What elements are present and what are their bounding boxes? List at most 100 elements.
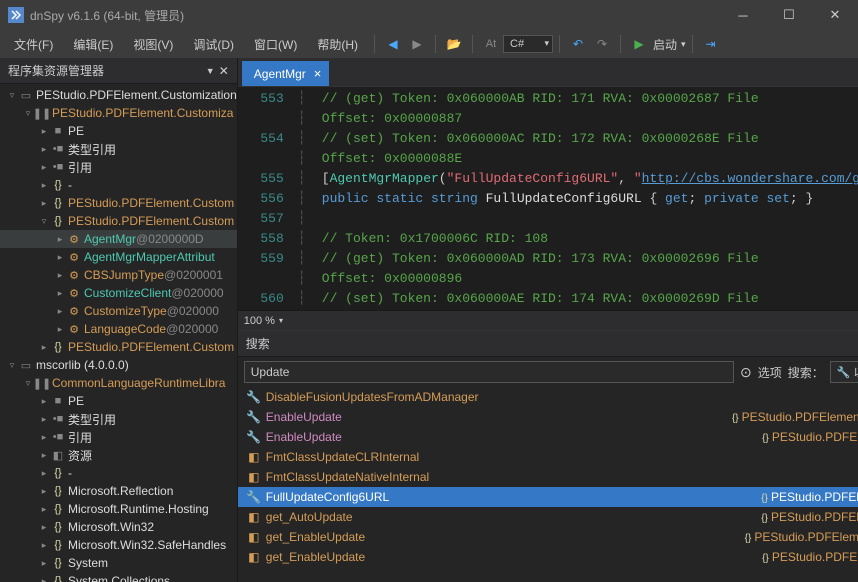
tree-row[interactable]: ▸⚙CBSJumpType @0200001 <box>0 266 237 284</box>
step-button[interactable]: ⇥ <box>699 32 723 56</box>
assembly-tree[interactable]: ▿▭PEStudio.PDFElement.Customization▿❚❚PE… <box>0 84 237 582</box>
search-result-row[interactable]: ◧FmtClassUpdateNativeInternal{}System.St… <box>238 467 858 487</box>
expander-icon[interactable]: ▸ <box>38 162 50 173</box>
tab-close-icon[interactable]: × <box>314 66 322 81</box>
expander-icon[interactable]: ▸ <box>38 522 50 533</box>
tree-row[interactable]: ▸{}- <box>0 464 237 482</box>
panel-dropdown-icon[interactable]: ▼ <box>206 66 215 76</box>
tree-row[interactable]: ▸•■引用 <box>0 158 237 176</box>
search-results[interactable]: 🔧DisableFusionUpdatesFromADManager{}Syst… <box>238 387 858 582</box>
tree-row[interactable]: ▸{}System <box>0 554 237 572</box>
tree-row[interactable]: ▸⚙CustomizeType @020000 <box>0 302 237 320</box>
start-button[interactable]: ▶ <box>627 32 651 56</box>
code-line[interactable] <box>322 209 858 229</box>
code-line[interactable]: // (get) Token: 0x060000AD RID: 173 RVA:… <box>322 249 858 269</box>
redo-button[interactable]: ↷ <box>590 32 614 56</box>
zoom-level[interactable]: 100 % <box>244 315 275 327</box>
open-button[interactable]: 📂 <box>442 32 466 56</box>
code-line[interactable]: [AgentMgrMapper("FullUpdateConfig6URL", … <box>322 169 858 189</box>
forward-button[interactable]: ▶ <box>405 32 429 56</box>
tree-row[interactable]: ▸{}Microsoft.Win32.SafeHandles <box>0 536 237 554</box>
tree-row[interactable]: ▸{}PEStudio.PDFElement.Custom <box>0 338 237 356</box>
expander-icon[interactable]: ▿ <box>6 90 18 101</box>
tree-row[interactable]: ▸{}- <box>0 176 237 194</box>
tree-row[interactable]: ▸{}PEStudio.PDFElement.Custom <box>0 194 237 212</box>
tree-row[interactable]: ▸⚙AgentMgrMapperAttribut <box>0 248 237 266</box>
tree-row[interactable]: ▿▭PEStudio.PDFElement.Customization <box>0 86 237 104</box>
expander-icon[interactable]: ▸ <box>38 198 50 209</box>
expander-icon[interactable]: ▸ <box>38 576 50 582</box>
menu-item[interactable]: 窗口(W) <box>244 32 307 57</box>
expander-icon[interactable]: ▸ <box>38 126 50 137</box>
menu-item[interactable]: 视图(V) <box>123 32 183 57</box>
expander-icon[interactable]: ▸ <box>38 540 50 551</box>
tree-row[interactable]: ▸{}Microsoft.Runtime.Hosting <box>0 500 237 518</box>
code-line[interactable]: // Token: 0x1700006C RID: 108 <box>322 229 858 249</box>
search-result-row[interactable]: 🔧EnableUpdate{}PEStudio.PDFElement.Custo… <box>238 427 858 447</box>
tree-row[interactable]: ▸■PE <box>0 392 237 410</box>
undo-button[interactable]: ↶ <box>566 32 590 56</box>
expander-icon[interactable]: ▸ <box>38 180 50 191</box>
menu-item[interactable]: 调试(D) <box>183 32 244 57</box>
code-line[interactable]: Offset: 0x0000088E <box>322 149 858 169</box>
expander-icon[interactable]: ▸ <box>54 270 66 281</box>
expander-icon[interactable]: ▸ <box>38 144 50 155</box>
expander-icon[interactable]: ▿ <box>38 216 50 227</box>
expander-icon[interactable]: ▸ <box>38 486 50 497</box>
expander-icon[interactable]: ▸ <box>38 414 50 425</box>
search-result-row[interactable]: 🔧DisableFusionUpdatesFromADManager{}Syst… <box>238 387 858 407</box>
tree-row[interactable]: ▸⚙AgentMgr @0200000D <box>0 230 237 248</box>
close-button[interactable]: ✕ <box>812 0 858 30</box>
code-line[interactable]: Offset: 0x00000896 <box>322 269 858 289</box>
search-result-row[interactable]: ◧get_AutoUpdate{}PEStudio.PDFElement.Cus… <box>238 507 858 527</box>
expander-icon[interactable]: ▸ <box>54 306 66 317</box>
tree-row[interactable]: ▸■PE <box>0 122 237 140</box>
maximize-button[interactable]: ☐ <box>766 0 812 30</box>
tree-row[interactable]: ▸◧资源 <box>0 446 237 464</box>
code-line[interactable]: Offset: 0x00000887 <box>322 109 858 129</box>
tree-row[interactable]: ▸⚙LanguageCode @020000 <box>0 320 237 338</box>
search-result-row[interactable]: 🔧EnableUpdate{}PEStudio.PDFElement.Custo… <box>238 407 858 427</box>
code-line[interactable]: // (set) Token: 0x060000AE RID: 174 RVA:… <box>322 289 858 309</box>
expander-icon[interactable]: ▸ <box>54 324 66 335</box>
expander-icon[interactable]: ▸ <box>38 450 50 461</box>
search-result-row[interactable]: ◧get_EnableUpdate{}PEStudio.PDFElement.C… <box>238 527 858 547</box>
tab-agentmgr[interactable]: AgentMgr × <box>242 61 330 86</box>
expander-icon[interactable]: ▸ <box>38 342 50 353</box>
code-line[interactable]: public static string FullUpdateConfig6UR… <box>322 189 858 209</box>
tree-row[interactable]: ▸{}System.Collections <box>0 572 237 582</box>
minimize-button[interactable]: ─ <box>720 0 766 30</box>
language-combo[interactable]: C# <box>503 35 553 53</box>
menu-item[interactable]: 文件(F) <box>4 32 63 57</box>
menu-item[interactable]: 编辑(E) <box>63 32 123 57</box>
back-button[interactable]: ◀ <box>381 32 405 56</box>
code-line[interactable]: // (get) Token: 0x060000AB RID: 171 RVA:… <box>322 89 858 109</box>
options-label[interactable]: 选项 <box>758 364 782 381</box>
search-scope-combo[interactable]: 🔧 以上所有 <box>830 361 858 383</box>
expander-icon[interactable]: ▸ <box>38 468 50 479</box>
tree-row[interactable]: ▸•■引用 <box>0 428 237 446</box>
expander-icon[interactable]: ▸ <box>38 558 50 569</box>
tree-row[interactable]: ▸{}Microsoft.Win32 <box>0 518 237 536</box>
tree-row[interactable]: ▸{}Microsoft.Reflection <box>0 482 237 500</box>
search-result-row[interactable]: 🔧FullUpdateConfig6URL{}PEStudio.PDFEleme… <box>238 487 858 507</box>
tree-row[interactable]: ▿❚❚PEStudio.PDFElement.Customiza <box>0 104 237 122</box>
search-result-row[interactable]: ◧get_EnableUpdate{}PEStudio.PDFElement.C… <box>238 547 858 567</box>
code-line[interactable]: // (set) Token: 0x060000AC RID: 172 RVA:… <box>322 129 858 149</box>
tree-row[interactable]: ▿❚❚CommonLanguageRuntimeLibra <box>0 374 237 392</box>
expander-icon[interactable]: ▸ <box>38 432 50 443</box>
tree-row[interactable]: ▸•■类型引用 <box>0 140 237 158</box>
expander-icon[interactable]: ▸ <box>54 234 66 245</box>
options-icon[interactable]: ⊙ <box>740 364 752 381</box>
expander-icon[interactable]: ▿ <box>6 360 18 371</box>
expander-icon[interactable]: ▸ <box>38 504 50 515</box>
expander-icon[interactable]: ▸ <box>54 252 66 263</box>
tree-row[interactable]: ▿{}PEStudio.PDFElement.Custom <box>0 212 237 230</box>
tree-row[interactable]: ▸•■类型引用 <box>0 410 237 428</box>
expander-icon[interactable]: ▸ <box>38 396 50 407</box>
code-editor[interactable]: 553554555556557558559560 ┆┆┆┆┆┆┆┆┆┆┆ // … <box>238 86 858 330</box>
tree-row[interactable]: ▿▭mscorlib (4.0.0.0) <box>0 356 237 374</box>
tree-row[interactable]: ▸⚙CustomizeClient @020000 <box>0 284 237 302</box>
panel-close-icon[interactable]: ✕ <box>219 64 229 78</box>
search-result-row[interactable]: ◧FmtClassUpdateCLRInternal{}System.StubH… <box>238 447 858 467</box>
